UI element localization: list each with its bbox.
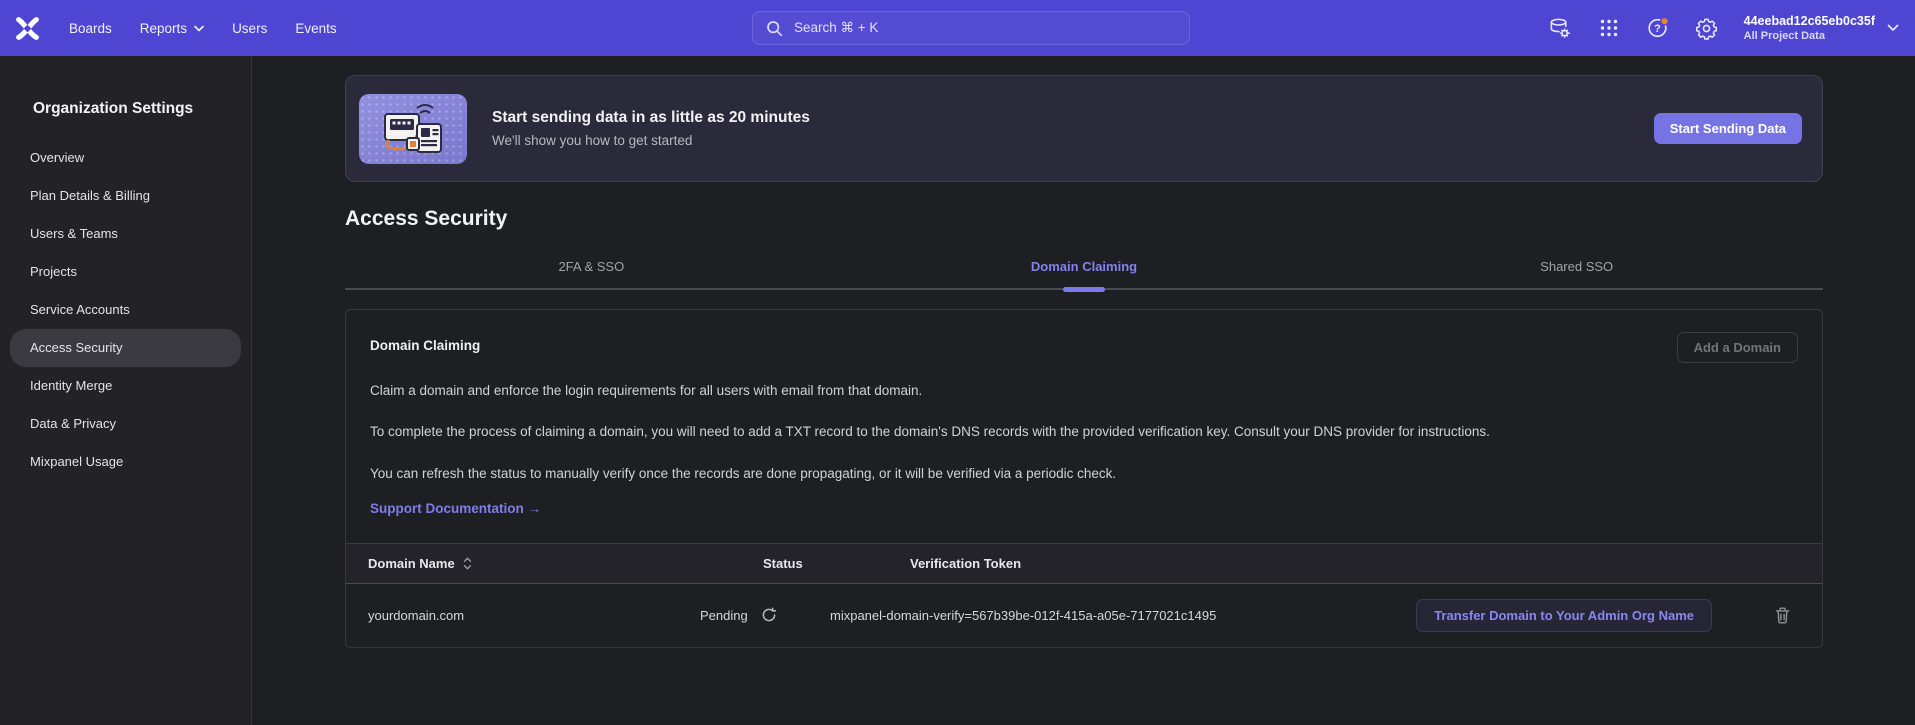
nav-item-label: Users xyxy=(232,21,267,36)
tab-shared-sso[interactable]: Shared SSO xyxy=(1330,259,1823,288)
card-description-3: You can refresh the status to manually v… xyxy=(370,461,1798,487)
sidebar: Organization Settings Overview Plan Deta… xyxy=(0,56,252,725)
nav-right: ? 44eebad12c65eb0c35f All Project Data xyxy=(1548,0,1899,56)
table-header: Domain Name Status Verification Token xyxy=(346,543,1822,584)
card-description-2: To complete the process of claiming a do… xyxy=(370,419,1798,445)
sort-icon[interactable] xyxy=(463,557,472,570)
sidebar-item-mixpanel-usage[interactable]: Mixpanel Usage xyxy=(10,443,241,481)
search-input[interactable]: Search ⌘ + K xyxy=(752,11,1190,45)
banner-text: Start sending data in as little as 20 mi… xyxy=(492,109,810,148)
main-content: Start sending data in as little as 20 mi… xyxy=(253,56,1915,725)
tab-bar: 2FA & SSO Domain Claiming Shared SSO xyxy=(345,259,1823,290)
sidebar-item-access-security[interactable]: Access Security xyxy=(10,329,241,367)
data-management-icon[interactable] xyxy=(1548,16,1572,40)
sidebar-item-projects[interactable]: Projects xyxy=(10,253,241,291)
nav-left: Boards Reports Users Events xyxy=(0,15,365,42)
nav-item-label: Events xyxy=(295,21,336,36)
org-id: 44eebad12c65eb0c35f xyxy=(1744,13,1875,29)
apps-grid-icon[interactable] xyxy=(1597,16,1621,40)
start-sending-data-button[interactable]: Start Sending Data xyxy=(1654,113,1802,144)
status-badge: Pending xyxy=(700,608,748,623)
org-subtitle: All Project Data xyxy=(1744,29,1875,43)
org-switcher[interactable]: 44eebad12c65eb0c35f All Project Data xyxy=(1744,13,1899,44)
svg-text:?: ? xyxy=(1654,23,1661,35)
transfer-domain-button[interactable]: Transfer Domain to Your Admin Org Name xyxy=(1416,599,1712,632)
cell-domain-name: yourdomain.com xyxy=(346,608,700,623)
support-documentation-link[interactable]: Support Documentation → xyxy=(370,501,541,516)
org-texts: 44eebad12c65eb0c35f All Project Data xyxy=(1744,13,1875,44)
column-header-domain-name: Domain Name xyxy=(368,556,455,571)
banner-title: Start sending data in as little as 20 mi… xyxy=(492,109,810,127)
nav-item-boards[interactable]: Boards xyxy=(69,21,112,36)
card-description-1: Claim a domain and enforce the login req… xyxy=(370,378,1798,404)
chevron-down-icon xyxy=(1887,24,1899,32)
domain-claiming-card: Domain Claiming Add a Domain Claim a dom… xyxy=(345,309,1823,648)
mixpanel-logo-icon[interactable] xyxy=(14,15,41,42)
banner-subtitle: We'll show you how to get started xyxy=(492,133,810,148)
card-header: Domain Claiming Add a Domain xyxy=(370,332,1798,363)
card-title: Domain Claiming xyxy=(370,332,480,353)
nav-item-events[interactable]: Events xyxy=(295,21,336,36)
sidebar-item-service-accounts[interactable]: Service Accounts xyxy=(10,291,241,329)
sidebar-list: Overview Plan Details & Billing Users & … xyxy=(0,139,251,481)
table-row: yourdomain.com Pending mixpanel-domain-v… xyxy=(346,584,1822,647)
onboarding-banner: Start sending data in as little as 20 mi… xyxy=(345,75,1823,182)
sidebar-item-users-teams[interactable]: Users & Teams xyxy=(10,215,241,253)
search-placeholder: Search ⌘ + K xyxy=(794,20,878,36)
app-window: Boards Reports Users Events Search ⌘ + K xyxy=(0,0,1915,725)
help-icon[interactable]: ? xyxy=(1646,16,1670,40)
sidebar-item-identity-merge[interactable]: Identity Merge xyxy=(10,367,241,405)
top-navbar: Boards Reports Users Events Search ⌘ + K xyxy=(0,0,1915,56)
chevron-down-icon xyxy=(194,25,204,32)
nav-item-users[interactable]: Users xyxy=(232,21,267,36)
column-header-status: Status xyxy=(700,556,830,571)
sidebar-item-overview[interactable]: Overview xyxy=(10,139,241,177)
nav-item-label: Boards xyxy=(69,21,112,36)
banner-illustration xyxy=(359,94,467,164)
sidebar-item-data-privacy[interactable]: Data & Privacy xyxy=(10,405,241,443)
settings-gear-icon[interactable] xyxy=(1695,16,1719,40)
notification-badge xyxy=(1660,17,1668,25)
tab-domain-claiming[interactable]: Domain Claiming xyxy=(838,259,1331,288)
column-header-verification-token: Verification Token xyxy=(830,556,1390,571)
tab-2fa-sso[interactable]: 2FA & SSO xyxy=(345,259,838,288)
add-domain-button[interactable]: Add a Domain xyxy=(1677,332,1798,363)
nav-item-label: Reports xyxy=(140,21,187,36)
page-title: Access Security xyxy=(345,207,1823,231)
search-icon xyxy=(766,20,783,37)
trash-icon xyxy=(1774,606,1791,625)
sidebar-item-plan-details-billing[interactable]: Plan Details & Billing xyxy=(10,177,241,215)
nav-item-reports[interactable]: Reports xyxy=(140,21,204,36)
cell-verification-token: mixpanel-domain-verify=567b39be-012f-415… xyxy=(830,608,1390,623)
sidebar-title: Organization Settings xyxy=(33,100,251,118)
delete-domain-button[interactable] xyxy=(1742,606,1822,625)
refresh-status-icon[interactable] xyxy=(761,607,777,623)
